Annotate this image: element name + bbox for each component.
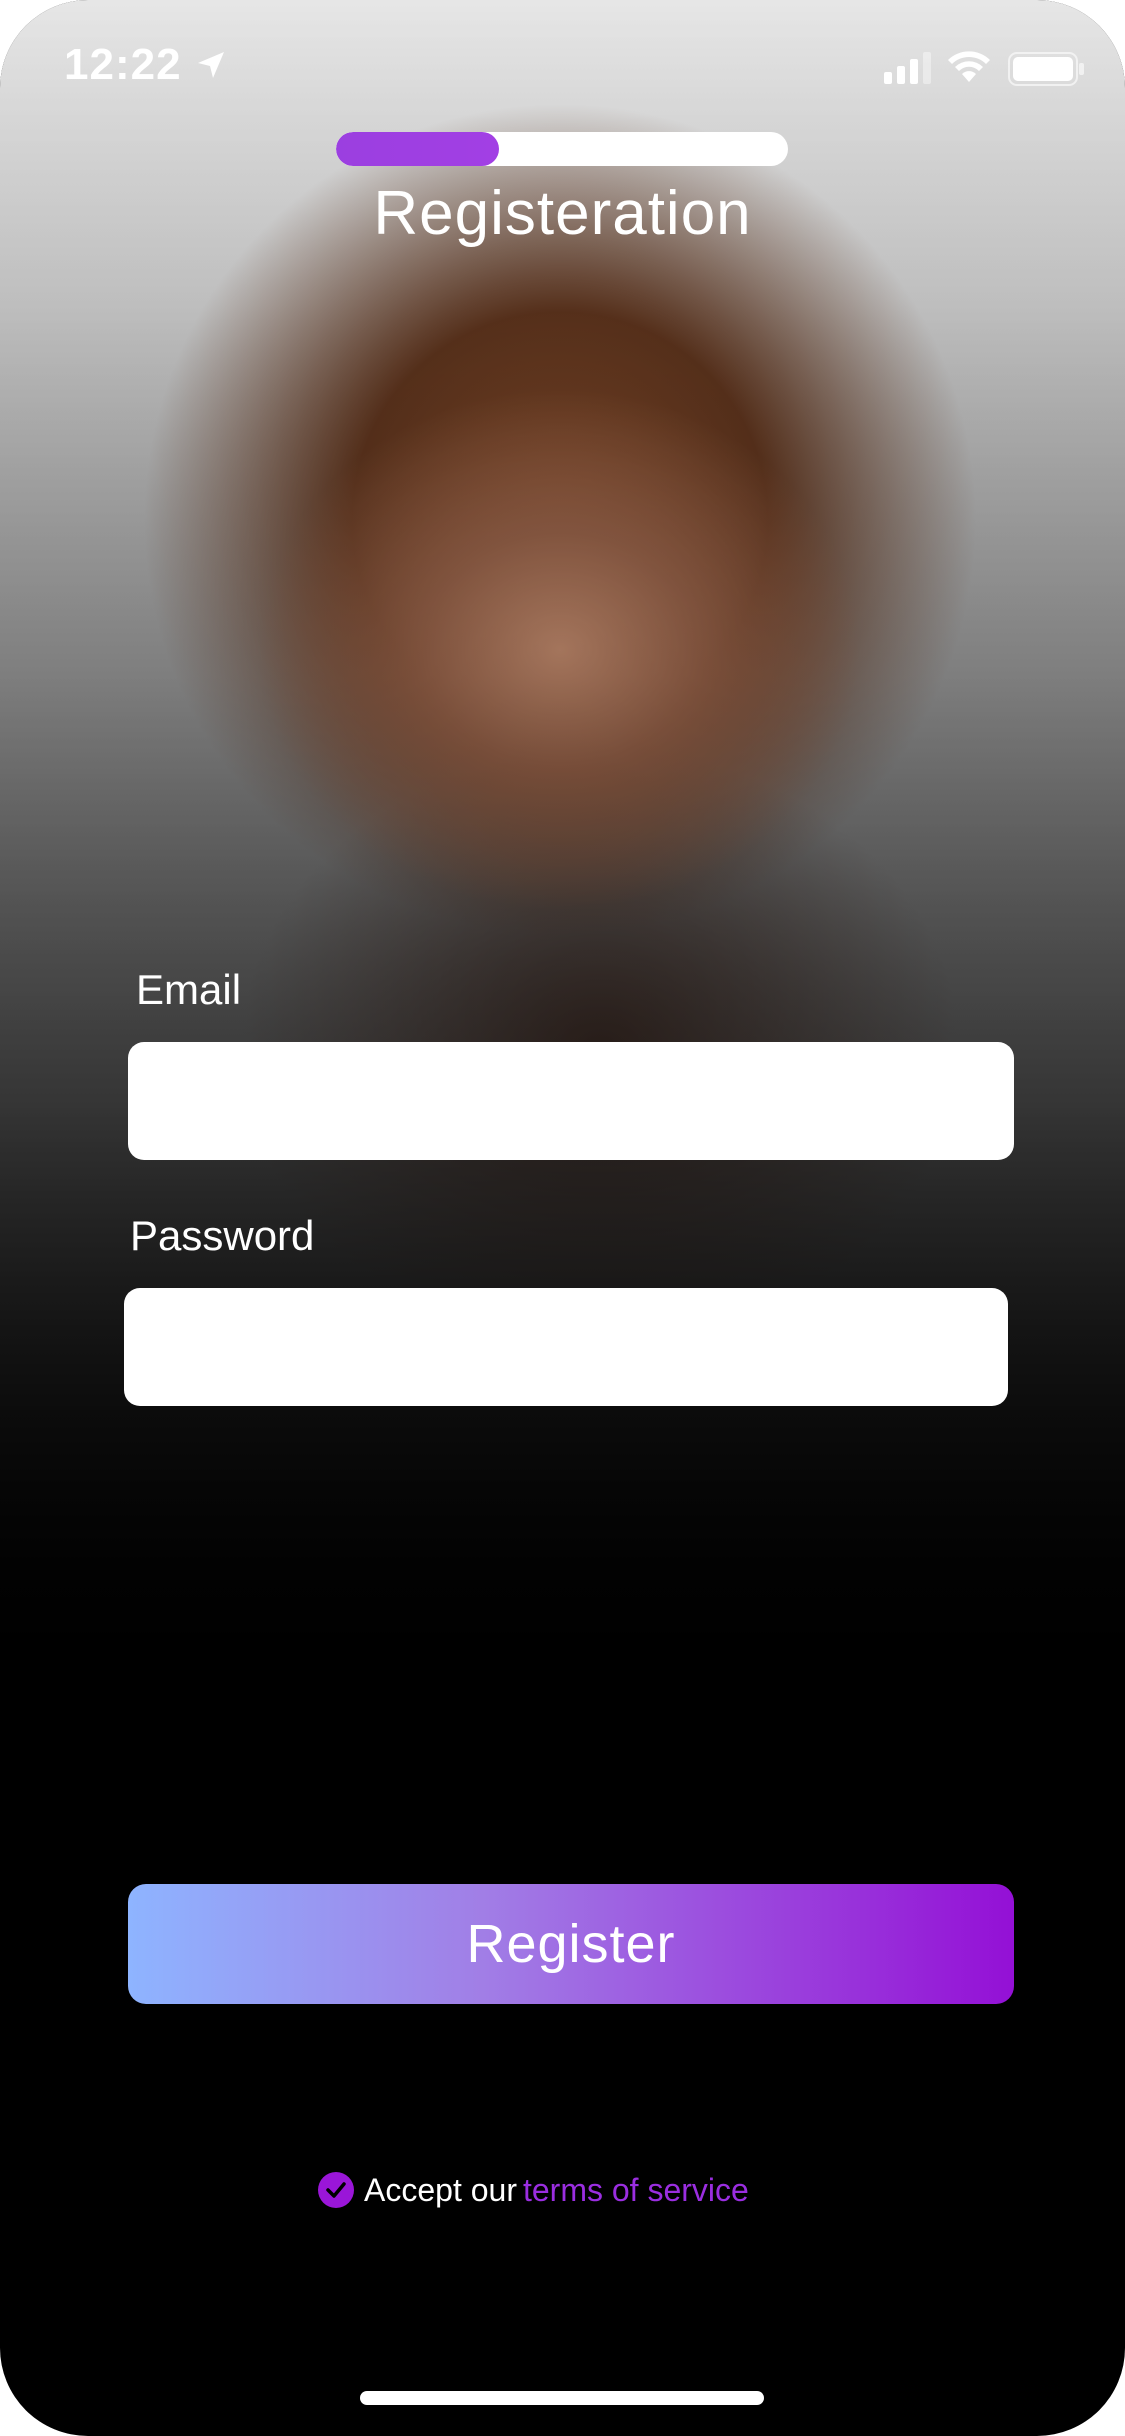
cellular-signal-icon (884, 52, 931, 84)
background-shade (0, 0, 1125, 1690)
home-indicator[interactable] (360, 2391, 764, 2405)
page-title: Registeration (373, 179, 752, 248)
terms-of-service-link[interactable]: terms of service (523, 2172, 749, 2209)
location-arrow-icon (198, 52, 224, 78)
email-field[interactable] (128, 1042, 1014, 1160)
accept-terms-text: Accept our (364, 2171, 517, 2208)
register-button[interactable]: Register (128, 1884, 1014, 2004)
progress-fill (336, 132, 499, 166)
battery-icon (1008, 52, 1084, 86)
email-label: Email (136, 966, 242, 1013)
status-time: 12:22 (64, 40, 182, 89)
terms-row: Accept our terms of service (318, 2170, 749, 2210)
password-field[interactable] (124, 1288, 1008, 1406)
check-circle-icon[interactable] (318, 2172, 354, 2208)
password-label: Password (130, 1212, 315, 1259)
checkmark-icon (326, 2182, 346, 2198)
status-bar: 12:22 (0, 0, 1125, 130)
registration-progress-bar (336, 132, 788, 166)
wifi-icon (948, 51, 990, 82)
phone-screen: 12:22 Registeration Email Password Regis… (0, 0, 1125, 2436)
